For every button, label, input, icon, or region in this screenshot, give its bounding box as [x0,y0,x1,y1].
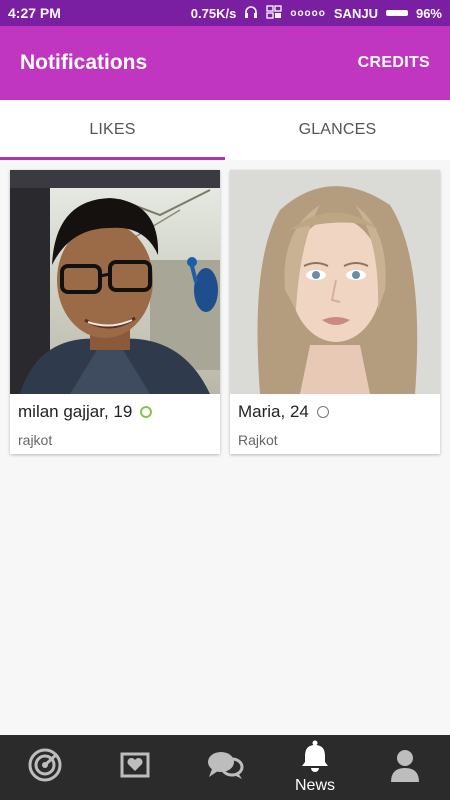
nav-radar[interactable] [0,735,90,800]
status-right: 0.75K/s ooooo SANJU 96% [190,4,442,22]
app-bar: Notifications CREDITS [0,26,450,100]
bottom-navigation: News [0,735,450,800]
chat-bubbles-icon [206,749,244,786]
status-bar: 4:27 PM 0.75K/s ooooo SANJU 96% [0,0,450,26]
nav-messages[interactable] [180,735,270,800]
nav-news-label: News [294,777,335,794]
profile-name-row: milan gajjar, 19 [10,394,220,422]
credits-button[interactable]: CREDITS [358,54,430,72]
bell-icon [300,740,330,777]
profile-city: Rajkot [238,432,278,448]
tab-bar: LIKES GLANCES [0,100,450,160]
tab-likes[interactable]: LIKES [0,100,225,160]
profile-photo[interactable] [10,170,220,394]
battery-icon [385,10,408,16]
profile-name: milan gajjar, 19 [18,402,133,421]
tab-glances[interactable]: GLANCES [225,100,450,160]
likes-list: milan gajjar, 19 rajkot Maria, 24 Rajkot [0,160,450,735]
signal-strength: ooooo [290,7,326,19]
nav-profile[interactable] [360,735,450,800]
nav-likes[interactable] [90,735,180,800]
heart-frame-icon [120,752,150,783]
network-speed: 0.75K/s [190,5,237,21]
offline-status-icon [316,406,329,418]
battery-percent: 96% [415,5,442,21]
profile-card[interactable]: Maria, 24 Rajkot [230,170,440,454]
radar-icon [28,748,62,787]
online-status-icon [140,406,153,418]
status-left: 4:27 PM [8,5,61,21]
profile-photo[interactable] [230,170,440,394]
nav-news[interactable]: News [270,735,360,800]
sim-icon [266,4,282,22]
profile-city: rajkot [18,432,53,448]
person-icon [389,748,421,787]
profile-card[interactable]: milan gajjar, 19 rajkot [10,170,220,454]
profile-name: Maria, 24 [238,402,309,421]
carrier-name: SANJU [333,5,378,21]
headphones-icon [244,5,258,22]
page-title: Notifications [20,51,148,74]
profile-name-row: Maria, 24 [230,394,440,422]
status-time: 4:27 PM [8,5,61,21]
